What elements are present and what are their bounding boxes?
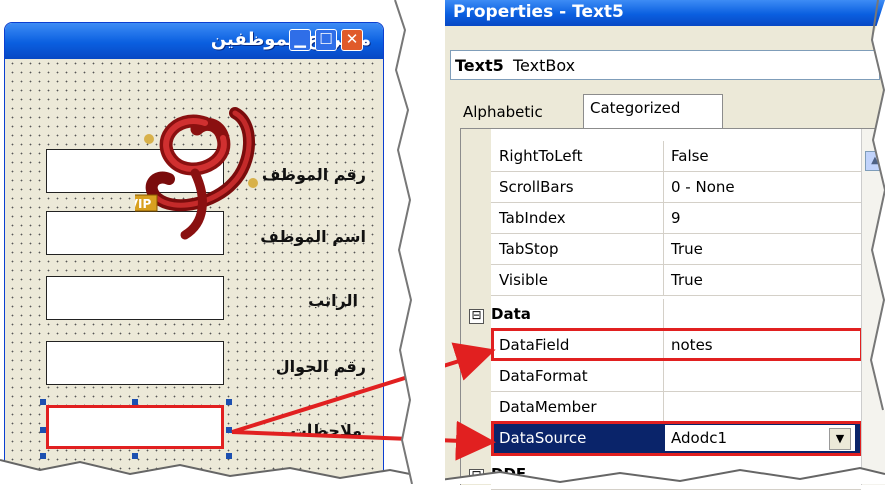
column-divider [663, 265, 664, 295]
employee-name-label: اسم الموظف [260, 227, 366, 246]
vertical-scrollbar[interactable]: ▲ [861, 129, 885, 485]
property-value[interactable]: True [671, 271, 703, 289]
mobile-textbox[interactable] [46, 341, 224, 385]
mobile-label: رقم الجوال [275, 357, 366, 376]
property-value[interactable]: True [671, 240, 703, 258]
maximize-button[interactable]: ☐ [315, 29, 337, 51]
category-name: Data [491, 305, 531, 323]
resize-handle[interactable] [132, 399, 138, 405]
grid-gutter [461, 129, 491, 485]
property-name: TabStop [499, 240, 559, 258]
form-designer-window: مشروع الموظفين ▁ ☐ ✕ رقم الموظف اسم المو… [4, 22, 384, 479]
category-row-dde[interactable]: DDE [491, 459, 861, 490]
property-name: Visible [499, 271, 548, 289]
property-row[interactable]: DataFormat [491, 361, 861, 392]
property-name: ScrollBars [499, 178, 574, 196]
datafield-highlight [491, 328, 863, 361]
properties-title: Properties - Text5 [453, 2, 624, 22]
property-row[interactable]: TabIndex 9 [491, 203, 861, 234]
datasource-highlight [491, 421, 863, 456]
minimize-button[interactable]: ▁ [289, 29, 311, 51]
vip-badge-text: VIP [135, 197, 151, 211]
object-selector[interactable]: Text5 TextBox [450, 50, 880, 80]
tab-categorized[interactable]: Categorized [583, 94, 723, 128]
column-divider [663, 392, 664, 422]
column-divider [663, 299, 664, 329]
property-grid: RightToLeft False ScrollBars 0 - None Ta… [460, 128, 885, 490]
property-name: TabIndex [499, 209, 566, 227]
tab-alphabetic[interactable]: Alphabetic [463, 103, 543, 121]
collapse-dde-icon[interactable]: ⊟ [469, 469, 484, 484]
property-value[interactable]: 0 - None [671, 178, 735, 196]
resize-handle[interactable] [40, 453, 46, 459]
notes-label: ملاحظات [290, 421, 362, 440]
property-name: DataFormat [499, 367, 588, 385]
properties-title-bar[interactable]: Properties - Text5 [445, 0, 885, 26]
resize-handle[interactable] [40, 427, 46, 433]
column-divider [663, 361, 664, 391]
object-type: TextBox [513, 56, 576, 75]
resize-handle[interactable] [226, 427, 232, 433]
column-divider [663, 141, 664, 171]
property-row[interactable]: Visible True [491, 265, 861, 296]
column-divider [663, 203, 664, 233]
property-row[interactable]: DataMember [491, 392, 861, 423]
resize-handle[interactable] [132, 453, 138, 459]
vip-logo: VIP [135, 107, 258, 240]
category-name: DDE [491, 465, 527, 483]
salary-label: الراتب [308, 291, 358, 310]
resize-handle[interactable] [226, 399, 232, 405]
property-row[interactable]: TabStop True [491, 234, 861, 265]
salary-textbox[interactable] [46, 276, 224, 320]
form-title-bar[interactable]: مشروع الموظفين ▁ ☐ ✕ [5, 23, 383, 59]
resize-handle[interactable] [40, 399, 46, 405]
column-divider [663, 234, 664, 264]
notes-textbox[interactable] [46, 405, 224, 449]
property-row[interactable]: RightToLeft False [491, 141, 861, 172]
collapse-data-icon[interactable]: ⊟ [469, 309, 484, 324]
employee-id-label: رقم الموظف [261, 165, 366, 184]
scroll-up-icon[interactable]: ▲ [865, 151, 885, 171]
property-value[interactable]: 9 [671, 209, 681, 227]
category-row-data[interactable]: Data [491, 299, 861, 330]
close-button[interactable]: ✕ [341, 29, 363, 51]
properties-window: Properties - Text5 Text5 TextBox Alphabe… [445, 0, 885, 490]
property-name: DataMember [499, 398, 597, 416]
property-row[interactable]: ScrollBars 0 - None [491, 172, 861, 203]
object-name: Text5 [455, 56, 504, 75]
resize-handle[interactable] [226, 453, 232, 459]
property-name: RightToLeft [499, 147, 583, 165]
property-value[interactable]: False [671, 147, 709, 165]
column-divider [663, 172, 664, 202]
